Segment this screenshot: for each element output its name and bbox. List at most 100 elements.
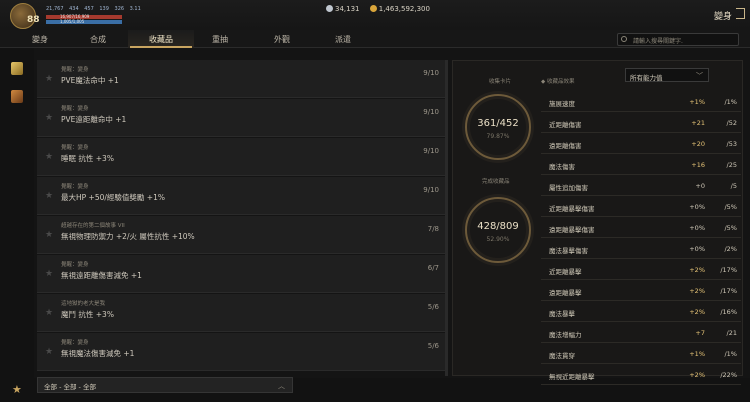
favorite-star-icon[interactable]: ★: [45, 191, 53, 201]
collect-value: 361/452: [477, 118, 519, 129]
effect-row: 魔法暴擊傷害 +0% /2%: [541, 238, 741, 259]
stat-6: 3.11: [129, 6, 141, 12]
effect-value: +1%: [689, 98, 705, 106]
effect-row: 魔法貫穿 +1% /1%: [541, 343, 741, 364]
character-avatar[interactable]: 88: [10, 3, 40, 29]
currency-1-value: 34,131: [335, 5, 360, 13]
favorite-star-icon[interactable]: ★: [45, 269, 53, 279]
item-category: 超越存在的第二個故事 VII: [61, 223, 125, 229]
effect-value: +0: [695, 182, 705, 190]
effect-name: 施展速度: [549, 100, 575, 108]
mp-bar: 1,005/1,005: [46, 19, 122, 24]
effect-name: 魔法暴擊: [549, 310, 575, 318]
effect-name: 魔法增幅力: [549, 331, 582, 339]
item-category: 覺醒：變身: [61, 262, 89, 268]
list-scrollbar[interactable]: [445, 60, 448, 376]
favorite-star-icon[interactable]: ★: [12, 383, 22, 396]
list-item[interactable]: ★ 覺醒：變身 無視魔法傷害減免 +1 5/6: [37, 333, 445, 371]
collection-effects-label: ◆ 收藏品效果: [541, 79, 575, 85]
stat-5: 326: [114, 6, 125, 12]
effect-row: 魔法增幅力 +7/21: [541, 322, 741, 343]
effect-name: 魔法貫穿: [549, 352, 575, 360]
favorite-star-icon[interactable]: ★: [45, 113, 53, 123]
character-stats: 21,767 434 457 139 326 3.11: [46, 6, 145, 12]
effect-row: 魔法傷害 +16/25: [541, 154, 741, 175]
collection-summary-panel: 收集卡片 ◆ 收藏品效果 所有能力值 ﹀ 361/452 79.87% 完成收藏…: [452, 60, 743, 385]
effect-max: /21: [726, 329, 737, 337]
effect-name: 魔法傷害: [549, 163, 575, 171]
tab-synthesis[interactable]: 合成: [68, 34, 128, 45]
ability-select[interactable]: 所有能力值 ﹀: [625, 68, 709, 82]
ability-select-value: 所有能力值: [630, 74, 663, 82]
tab-appearance[interactable]: 外觀: [252, 34, 312, 45]
item-name: 無視魔法傷害減免 +1: [61, 349, 135, 358]
effect-name: 近距離暴擊: [549, 268, 582, 276]
tab-collection[interactable]: 收藏品: [131, 34, 191, 45]
tab-transform[interactable]: 變身: [10, 34, 70, 45]
favorite-star-icon[interactable]: ★: [45, 152, 53, 162]
stat-3: 457: [84, 6, 94, 12]
effect-value: +1%: [689, 350, 705, 358]
list-item[interactable]: ★ 覺醒：變身 PVE魔法命中 +1 9/10: [37, 60, 445, 98]
effect-max: /5: [730, 182, 737, 190]
gold-coin-icon: [369, 5, 377, 12]
item-name: PVE遠距離命中 +1: [61, 115, 127, 124]
list-item[interactable]: ★ 覺醒：變身 最大HP +50/經驗值獎勵 +1% 9/10: [37, 177, 445, 215]
list-item[interactable]: ★ 覺醒：變身 睡眠 抗性 +3% 9/10: [37, 138, 445, 176]
effect-row: 施展速度 +1% /1%: [541, 91, 741, 112]
item-category: 覺醒：變身: [61, 106, 89, 112]
collect-ring: 361/452 79.87%: [465, 94, 531, 160]
filter-dropdown[interactable]: 全部 - 全部 - 全部 ︿: [37, 377, 293, 393]
effect-name: 屬性追加傷害: [549, 184, 588, 192]
item-progress: 9/10: [423, 147, 439, 155]
book-gold-icon[interactable]: [11, 62, 23, 75]
effect-max: /53: [726, 140, 737, 148]
effect-max: /17%: [720, 287, 737, 295]
list-item[interactable]: ★ 覺醒：變身 PVE遠距離命中 +1 9/10: [37, 99, 445, 137]
list-item[interactable]: ★ 覺醒：變身 無視遠距離傷害減免 +1 6/7: [37, 255, 445, 293]
item-category: 覺醒：變身: [61, 145, 89, 151]
item-progress: 5/6: [427, 303, 439, 311]
effect-value: +2%: [689, 371, 705, 379]
tab-dispatch[interactable]: 派遣: [313, 34, 373, 45]
exit-icon[interactable]: [736, 8, 745, 19]
item-name: 無視遠距離傷害減免 +1: [61, 271, 142, 280]
side-category-bar: [0, 48, 34, 380]
effect-value: +2%: [689, 308, 705, 316]
favorite-star-icon[interactable]: ★: [45, 230, 53, 240]
tab-reroll[interactable]: 重抽: [190, 34, 250, 45]
effect-max: /5%: [724, 224, 737, 232]
complete-value: 428/809: [477, 221, 519, 232]
stat-2: 434: [69, 6, 79, 12]
search-icon: [621, 36, 627, 42]
effect-row: 遠距離暴擊 +2% /17%: [541, 280, 741, 301]
complete-ring: 428/809 52.90%: [465, 197, 531, 263]
effect-row: 近距離暴擊傷害 +0% /5%: [541, 196, 741, 217]
complete-percent: 52.90%: [486, 236, 510, 243]
effect-row: 遠距離傷害 +20/53: [541, 133, 741, 154]
favorite-star-icon[interactable]: ★: [45, 308, 53, 318]
currency-2-value: 1,463,592,300: [378, 5, 430, 13]
effect-max: /1%: [724, 350, 737, 358]
list-item[interactable]: ★ 超越存在的第二個故事 VII 無視物理防禦力 +2/火 屬性抗性 +10% 7/8: [37, 216, 445, 254]
effect-value: +16: [691, 161, 705, 169]
effect-max: /25: [726, 161, 737, 169]
effect-max: /17%: [720, 266, 737, 274]
item-category: 覺醒：變身: [61, 184, 89, 190]
stat-1: 21,767: [46, 6, 64, 12]
item-name: 最大HP +50/經驗值獎勵 +1%: [61, 193, 165, 202]
collection-list: ★ 覺醒：變身 PVE魔法命中 +1 9/10 ★ 覺醒：變身 PVE遠距離命中 +1 9/1…: [37, 60, 445, 376]
search-input[interactable]: 請輸入搜尋關鍵字.: [617, 33, 739, 46]
effect-row: 魔法暴擊 +2% /16%: [541, 301, 741, 322]
list-item[interactable]: ★ 這地獄的老大是我 魔鬥 抗性 +3% 5/6: [37, 294, 445, 332]
favorite-star-icon[interactable]: ★: [45, 74, 53, 84]
effect-value: +0%: [689, 245, 705, 253]
book-orange-icon[interactable]: [11, 90, 23, 103]
top-bar: 88 21,767 434 457 139 326 3.11 16,907/16…: [0, 0, 750, 30]
effect-value: +2%: [689, 287, 705, 295]
effect-max: /1%: [724, 98, 737, 106]
favorite-star-icon[interactable]: ★: [45, 347, 53, 357]
chevron-up-icon: ︿: [278, 382, 285, 390]
effect-max: /22%: [720, 371, 737, 379]
effect-name: 遠距離暴擊: [549, 289, 582, 297]
